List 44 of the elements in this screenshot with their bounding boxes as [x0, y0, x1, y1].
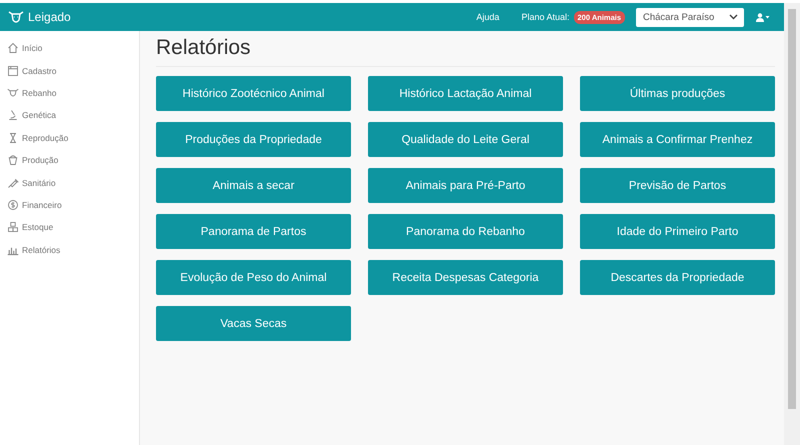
dollar-icon	[7, 198, 19, 211]
sidebar-item[interactable]: Relatórios	[0, 238, 139, 261]
syringe-icon	[7, 176, 19, 189]
sidebar-item[interactable]: Financeiro	[0, 194, 139, 216]
boxes-icon	[7, 221, 19, 234]
brand-logo-link[interactable]: Leigado	[8, 10, 71, 24]
sidebar-item[interactable]: Estoque	[0, 216, 139, 239]
report-button[interactable]: Panorama do Rebanho	[368, 214, 563, 249]
sidebar-item[interactable]: Sanitário	[0, 171, 139, 194]
user-caret-icon	[756, 12, 770, 22]
report-button[interactable]: Receita Despesas Categoria	[368, 260, 563, 295]
page-title: Relatórios	[156, 36, 251, 60]
cow-icon	[7, 86, 19, 99]
user-menu-button[interactable]	[756, 12, 770, 22]
report-button[interactable]: Animais a Confirmar Prenhez	[580, 122, 775, 157]
scrollbar[interactable]	[784, 3, 800, 445]
sidebar-item[interactable]: Produção	[0, 148, 139, 172]
report-button[interactable]: Idade do Primeiro Parto	[580, 214, 775, 249]
sidebar-item[interactable]: Início	[0, 37, 139, 60]
report-button[interactable]: Previsão de Partos	[580, 168, 775, 203]
house-icon	[7, 42, 19, 54]
report-button[interactable]: Histórico Lactação Animal	[368, 76, 563, 111]
report-button[interactable]: Últimas produções	[580, 76, 775, 111]
report-button[interactable]: Panorama de Partos	[156, 214, 351, 249]
sidebar-item[interactable]: Rebanho	[0, 82, 139, 104]
chevron-down-icon	[729, 14, 738, 20]
farm-select[interactable]: Chácara Paraíso	[636, 8, 744, 26]
report-button[interactable]: Produções da Propriedade	[156, 122, 351, 157]
bucket-icon	[7, 154, 19, 166]
cow-head-icon	[8, 10, 24, 24]
hourglass-icon	[7, 132, 19, 144]
plan-label: Plano Atual:	[521, 12, 570, 22]
report-button[interactable]: Qualidade do Leite Geral	[368, 122, 563, 157]
report-button[interactable]: Animais para Pré-Parto	[368, 168, 563, 203]
sidebar-item[interactable]: Genética	[0, 104, 139, 127]
calendar-icon	[7, 64, 19, 77]
sidebar-item[interactable]: Reprodução	[0, 126, 139, 149]
report-button[interactable]: Descartes da Propriedade	[580, 260, 775, 295]
report-button[interactable]: Histórico Zootécnico Animal	[156, 76, 351, 111]
sidebar-item[interactable]: Cadastro	[0, 59, 139, 82]
report-button[interactable]: Vacas Secas	[156, 306, 351, 341]
report-button[interactable]: Evolução de Peso do Animal	[156, 260, 351, 295]
report-button[interactable]: Animais a secar	[156, 168, 351, 203]
help-link[interactable]: Ajuda	[476, 12, 500, 22]
